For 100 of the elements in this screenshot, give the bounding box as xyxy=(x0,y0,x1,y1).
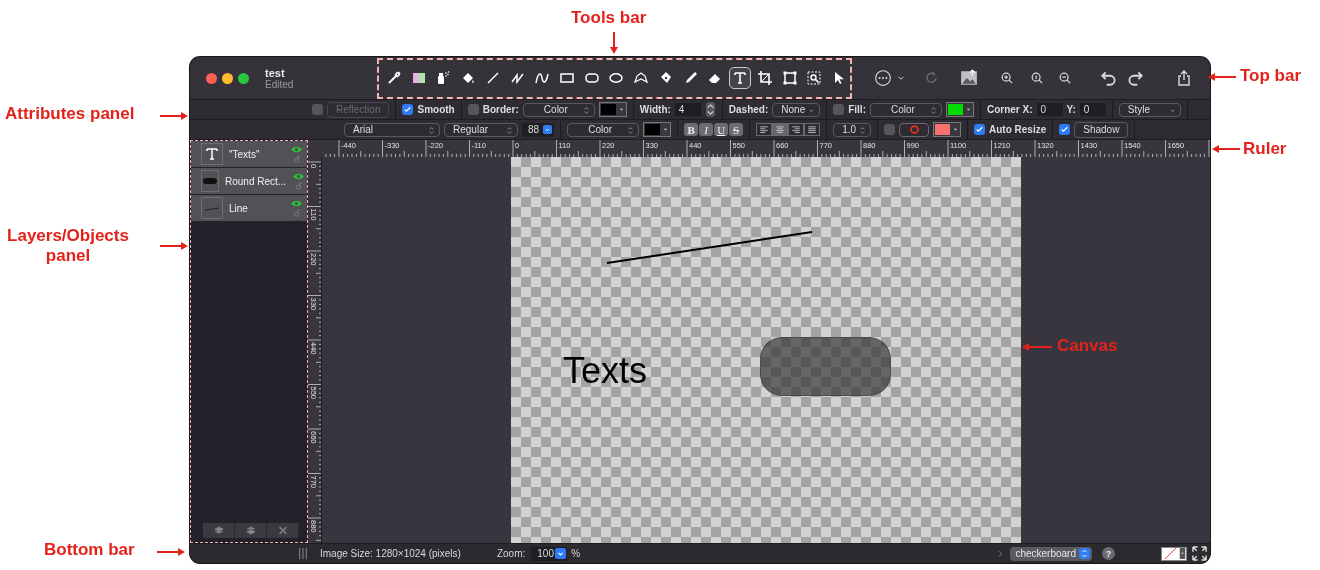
text-object: Texts xyxy=(563,353,648,389)
rounded-rectangle-icon xyxy=(583,70,600,86)
annotation-label: Tools bar xyxy=(571,8,647,29)
number-field[interactable]: 4 xyxy=(674,103,701,116)
checkbox-label: Fill: xyxy=(848,104,866,115)
number-field[interactable]: 0 xyxy=(1036,103,1063,116)
delete-icon xyxy=(276,525,289,536)
unlocked-icon xyxy=(294,182,303,190)
no-color-well[interactable] xyxy=(1161,546,1187,561)
spray-can-icon xyxy=(435,70,452,86)
arrow xyxy=(160,112,188,120)
checkbox-label: Auto Resize xyxy=(989,124,1047,135)
annotation-label: Bottom bar xyxy=(44,540,135,561)
rectangle-icon xyxy=(559,70,575,86)
transform-icon xyxy=(781,70,798,86)
annotation-label: Layers/Objects panel xyxy=(6,226,130,267)
size-field[interactable]: 88 xyxy=(522,122,555,137)
align-center-icon xyxy=(775,124,786,135)
arrow xyxy=(160,242,188,250)
align-left-icon xyxy=(759,124,770,135)
annotation-label: Attributes panel xyxy=(5,104,135,125)
zoom-label: Zoom: xyxy=(496,548,526,559)
image-size-label: Image Size: 1280×1024 (pixels) xyxy=(320,548,461,559)
unlocked-icon xyxy=(292,155,301,163)
layer-name: Round Rect... xyxy=(225,175,287,187)
dropdown[interactable]: Color xyxy=(522,102,595,117)
outline-button[interactable] xyxy=(899,122,930,137)
layer-up-icon xyxy=(212,525,225,536)
layer-item[interactable]: Line xyxy=(191,195,307,221)
curve-icon xyxy=(534,70,551,86)
format-button[interactable]: B xyxy=(684,123,699,136)
fullscreen-icon xyxy=(1192,546,1207,561)
ellipse-icon xyxy=(608,70,625,86)
dropdown[interactable]: None xyxy=(772,102,821,117)
no-color-icon xyxy=(1162,548,1179,559)
layer-name: Line xyxy=(229,202,249,214)
align-button[interactable] xyxy=(788,123,805,136)
checkbox[interactable] xyxy=(312,104,323,115)
image-button[interactable] xyxy=(958,68,980,88)
align-button[interactable] xyxy=(772,123,789,136)
layer-item[interactable]: Round Rect... xyxy=(191,168,307,194)
zoom-actual-icon xyxy=(1030,71,1044,85)
zoom-out-icon xyxy=(1058,71,1072,85)
dropdown[interactable]: Color xyxy=(567,122,640,137)
annotation-label: Top bar xyxy=(1240,66,1302,87)
rounded-rectangle-thumbnail xyxy=(201,170,219,192)
align-button[interactable] xyxy=(756,123,773,136)
minimize-button[interactable] xyxy=(222,72,233,84)
share-button[interactable] xyxy=(1176,68,1192,88)
color-well[interactable] xyxy=(933,122,962,137)
format-button[interactable]: U xyxy=(714,123,729,136)
checkbox[interactable] xyxy=(402,104,414,115)
help-button[interactable]: ? xyxy=(1102,547,1115,560)
updown-arrow-icon xyxy=(1079,548,1090,559)
color-well[interactable] xyxy=(945,102,974,117)
layer-name: "Texts" xyxy=(229,148,261,160)
updown-arrow-icon xyxy=(505,125,514,135)
crop-icon xyxy=(756,70,773,86)
dropdown[interactable]: Color xyxy=(869,102,942,117)
unlocked-icon xyxy=(292,209,301,217)
more-icon xyxy=(872,69,894,87)
number-field[interactable]: 0 xyxy=(1079,103,1106,116)
zoom-field[interactable]: 100 xyxy=(531,546,568,561)
layer-down-icon xyxy=(244,525,257,536)
checkbox[interactable] xyxy=(974,124,986,135)
share-icon xyxy=(1176,70,1192,86)
checkbox[interactable] xyxy=(884,124,896,135)
text-thumbnail xyxy=(201,143,223,165)
color-well[interactable] xyxy=(598,102,627,117)
align-button[interactable] xyxy=(804,123,821,136)
annotation-label: Ruler xyxy=(1243,139,1287,160)
checkbox-label: Border: xyxy=(482,104,519,115)
dropdown[interactable]: Regular xyxy=(444,122,518,137)
ring-icon xyxy=(908,124,920,135)
chevron-down-icon xyxy=(543,125,553,134)
zigzag-line-icon xyxy=(509,70,526,86)
chevron-down-icon xyxy=(555,548,567,559)
stepper-icon xyxy=(704,101,716,118)
more-button[interactable] xyxy=(872,68,894,88)
color-well[interactable] xyxy=(643,122,672,137)
window-subtitle: Edited xyxy=(265,78,295,90)
dropdown[interactable]: Arial xyxy=(344,122,440,137)
checkbox[interactable] xyxy=(467,104,479,115)
arrow xyxy=(1022,343,1052,351)
shadow-button[interactable]: Shadow xyxy=(1074,121,1129,138)
layer-item[interactable]: "Texts" xyxy=(191,141,307,167)
text-tool-button[interactable] xyxy=(729,67,752,89)
zoom-unit: % xyxy=(571,548,581,559)
close-button[interactable] xyxy=(206,72,217,84)
window-title: test xyxy=(265,66,286,79)
background-dropdown[interactable]: checkerboard xyxy=(1010,546,1092,561)
zoom-selection-icon xyxy=(806,70,823,86)
dropdown[interactable]: Style xyxy=(1118,102,1181,117)
checkbox[interactable] xyxy=(833,104,845,115)
zoom-window-button[interactable] xyxy=(238,72,249,84)
rotate-icon xyxy=(924,70,940,86)
format-button[interactable]: S xyxy=(729,123,744,136)
dropdown[interactable]: 1.0 xyxy=(833,122,872,137)
format-button[interactable]: I xyxy=(699,123,714,136)
checkbox[interactable] xyxy=(1059,124,1071,135)
